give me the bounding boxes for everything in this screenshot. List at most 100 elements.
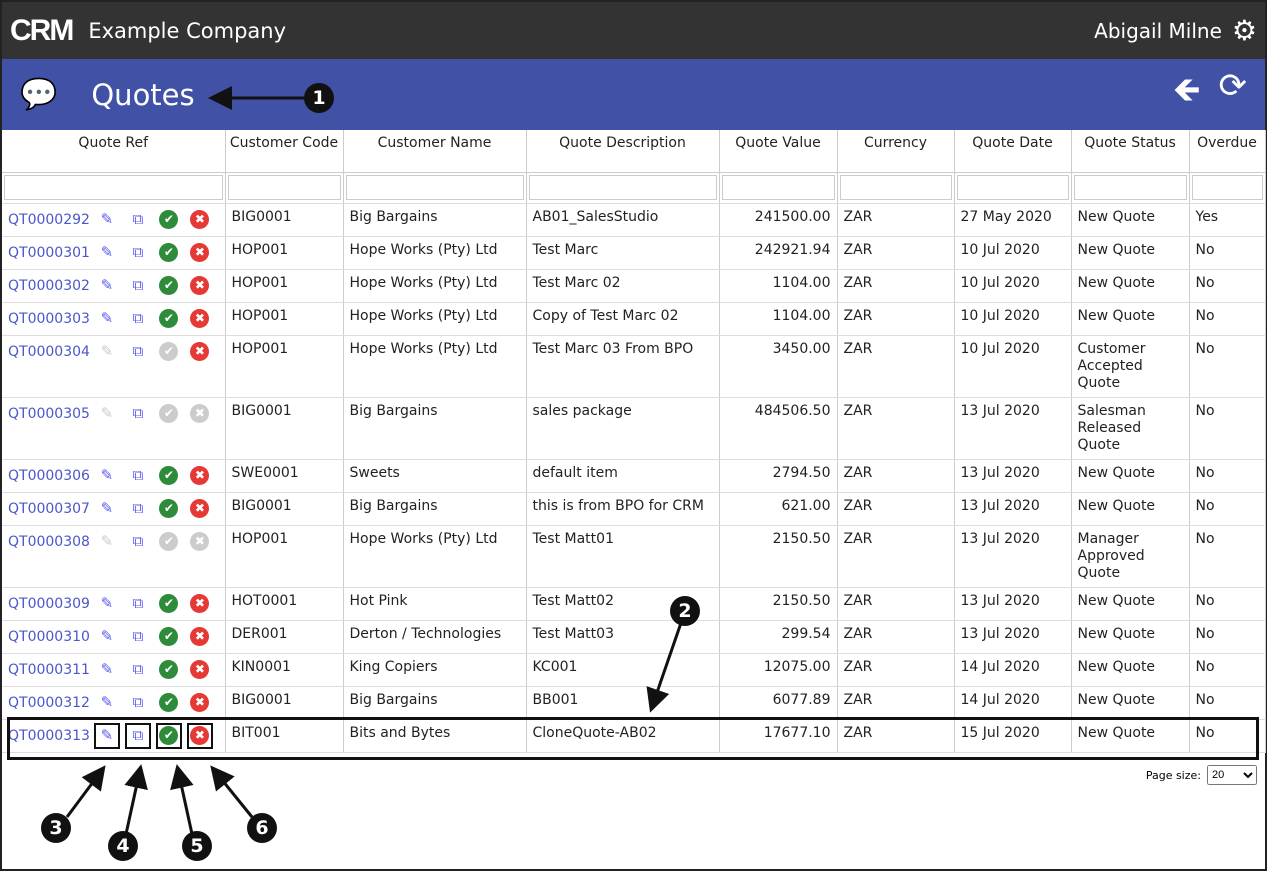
- approve-check-icon[interactable]: ✔: [159, 532, 179, 551]
- quote-ref-link[interactable]: QT0000301: [8, 245, 90, 261]
- code-cell: HOP001: [225, 236, 344, 270]
- edit-pencil-icon[interactable]: ✎: [96, 626, 118, 648]
- column-header[interactable]: Quote Status: [1071, 130, 1190, 173]
- filter-input[interactable]: [345, 174, 524, 200]
- back-arrow-icon[interactable]: 🡸: [1173, 66, 1201, 123]
- edit-pencil-icon[interactable]: ✎: [96, 465, 118, 487]
- edit-pencil-icon[interactable]: ✎: [96, 659, 118, 681]
- approve-check-icon[interactable]: ✔: [159, 466, 179, 485]
- column-header[interactable]: Quote Description: [526, 130, 720, 173]
- name-cell: Hope Works (Pty) Ltd: [343, 236, 527, 270]
- filter-input[interactable]: [1073, 174, 1187, 200]
- approve-check-icon[interactable]: ✔: [159, 660, 179, 679]
- edit-pencil-icon[interactable]: ✎: [96, 242, 118, 264]
- clone-icon[interactable]: ⧉: [127, 626, 149, 648]
- clone-icon[interactable]: ⧉: [127, 341, 149, 363]
- quote-ref-link[interactable]: QT0000310: [8, 629, 90, 645]
- column-header[interactable]: Customer Code: [225, 130, 344, 173]
- quote-ref-cell: QT0000304 ✎ ⧉ ✔ ✖: [2, 335, 226, 398]
- desc-cell: sales package: [526, 397, 720, 460]
- filter-input[interactable]: [1191, 174, 1263, 200]
- quote-ref-link[interactable]: QT0000312: [8, 695, 90, 711]
- column-header[interactable]: Quote Date: [954, 130, 1072, 173]
- clone-icon[interactable]: ⧉: [127, 403, 149, 425]
- quote-ref-link[interactable]: QT0000308: [8, 534, 90, 550]
- quote-ref-link[interactable]: QT0000303: [8, 311, 90, 327]
- desc-cell: Test Marc 02: [526, 269, 720, 303]
- approve-check-icon[interactable]: ✔: [159, 693, 179, 712]
- edit-pencil-icon[interactable]: ✎: [96, 308, 118, 330]
- reject-x-icon[interactable]: ✖: [190, 342, 210, 361]
- approve-check-icon[interactable]: ✔: [159, 243, 179, 262]
- quote-ref-link[interactable]: QT0000306: [8, 468, 90, 484]
- reject-x-icon[interactable]: ✖: [190, 532, 210, 551]
- edit-pencil-icon[interactable]: ✎: [96, 593, 118, 615]
- approve-check-icon[interactable]: ✔: [159, 342, 179, 361]
- clone-icon[interactable]: ⧉: [127, 465, 149, 487]
- edit-pencil-icon[interactable]: ✎: [96, 209, 118, 231]
- approve-check-icon[interactable]: ✔: [159, 276, 179, 295]
- reject-x-icon[interactable]: ✖: [190, 499, 210, 518]
- column-header[interactable]: Customer Name: [343, 130, 527, 173]
- approve-check-icon[interactable]: ✔: [159, 404, 179, 423]
- approve-check-icon[interactable]: ✔: [159, 594, 179, 613]
- approve-check-icon[interactable]: ✔: [159, 210, 179, 229]
- clone-icon[interactable]: ⧉: [127, 275, 149, 297]
- clone-icon[interactable]: ⧉: [127, 659, 149, 681]
- filter-input[interactable]: [4, 174, 223, 200]
- clone-icon[interactable]: ⧉: [127, 531, 149, 553]
- approve-check-icon[interactable]: ✔: [159, 627, 179, 646]
- edit-pencil-icon[interactable]: ✎: [96, 403, 118, 425]
- filter-input[interactable]: [721, 174, 835, 200]
- edit-pencil-icon[interactable]: ✎: [96, 531, 118, 553]
- quote-ref-link[interactable]: QT0000292: [8, 212, 90, 228]
- reject-x-icon[interactable]: ✖: [190, 466, 210, 485]
- column-header[interactable]: Quote Ref: [2, 130, 226, 173]
- quote-ref-link[interactable]: QT0000302: [8, 278, 90, 294]
- quote-ref-cell: QT0000302 ✎ ⧉ ✔ ✖: [2, 269, 226, 303]
- reject-x-icon[interactable]: ✖: [190, 594, 210, 613]
- column-header[interactable]: Quote Value: [719, 130, 838, 173]
- reject-x-icon[interactable]: ✖: [190, 404, 210, 423]
- quote-ref-link[interactable]: QT0000309: [8, 596, 90, 612]
- reject-x-icon[interactable]: ✖: [190, 210, 210, 229]
- clone-icon[interactable]: ⧉: [127, 308, 149, 330]
- callout-4: 4: [108, 831, 138, 861]
- clone-icon[interactable]: ⧉: [127, 209, 149, 231]
- reject-x-icon[interactable]: ✖: [190, 309, 210, 328]
- reject-x-icon[interactable]: ✖: [190, 627, 210, 646]
- code-cell: SWE0001: [225, 459, 344, 493]
- reject-wrap: ✖: [189, 209, 211, 231]
- edit-pencil-icon[interactable]: ✎: [96, 498, 118, 520]
- clone-icon[interactable]: ⧉: [127, 593, 149, 615]
- page-size-select[interactable]: 20: [1207, 765, 1257, 785]
- edit-pencil-icon[interactable]: ✎: [96, 275, 118, 297]
- reject-x-icon[interactable]: ✖: [190, 243, 210, 262]
- reject-x-icon[interactable]: ✖: [190, 660, 210, 679]
- approve-check-icon[interactable]: ✔: [159, 309, 179, 328]
- column-header[interactable]: Currency: [837, 130, 955, 173]
- approve-check-icon[interactable]: ✔: [159, 499, 179, 518]
- user-name[interactable]: Abigail Milne: [1094, 19, 1222, 43]
- clone-icon[interactable]: ⧉: [127, 498, 149, 520]
- reject-x-icon[interactable]: ✖: [190, 276, 210, 295]
- clone-icon[interactable]: ⧉: [127, 242, 149, 264]
- quote-ref-link[interactable]: QT0000311: [8, 662, 90, 678]
- quote-ref-cell: QT0000309 ✎ ⧉ ✔ ✖: [2, 587, 226, 621]
- filter-input[interactable]: [839, 174, 952, 200]
- reject-x-icon[interactable]: ✖: [190, 693, 210, 712]
- clone-icon[interactable]: ⧉: [127, 692, 149, 714]
- edit-pencil-icon[interactable]: ✎: [96, 692, 118, 714]
- quote-ref-link[interactable]: QT0000305: [8, 406, 90, 422]
- column-header[interactable]: Overdue: [1189, 130, 1266, 173]
- filter-input[interactable]: [956, 174, 1069, 200]
- quote-ref-link[interactable]: QT0000307: [8, 501, 90, 517]
- refresh-icon[interactable]: ⟳: [1219, 66, 1248, 123]
- gear-icon[interactable]: ⚙: [1232, 14, 1257, 47]
- cur-cell: ZAR: [837, 236, 955, 270]
- name-cell: Hope Works (Pty) Ltd: [343, 335, 527, 398]
- filter-input[interactable]: [528, 174, 717, 200]
- edit-pencil-icon[interactable]: ✎: [96, 341, 118, 363]
- filter-input[interactable]: [227, 174, 341, 200]
- quote-ref-link[interactable]: QT0000304: [8, 344, 90, 360]
